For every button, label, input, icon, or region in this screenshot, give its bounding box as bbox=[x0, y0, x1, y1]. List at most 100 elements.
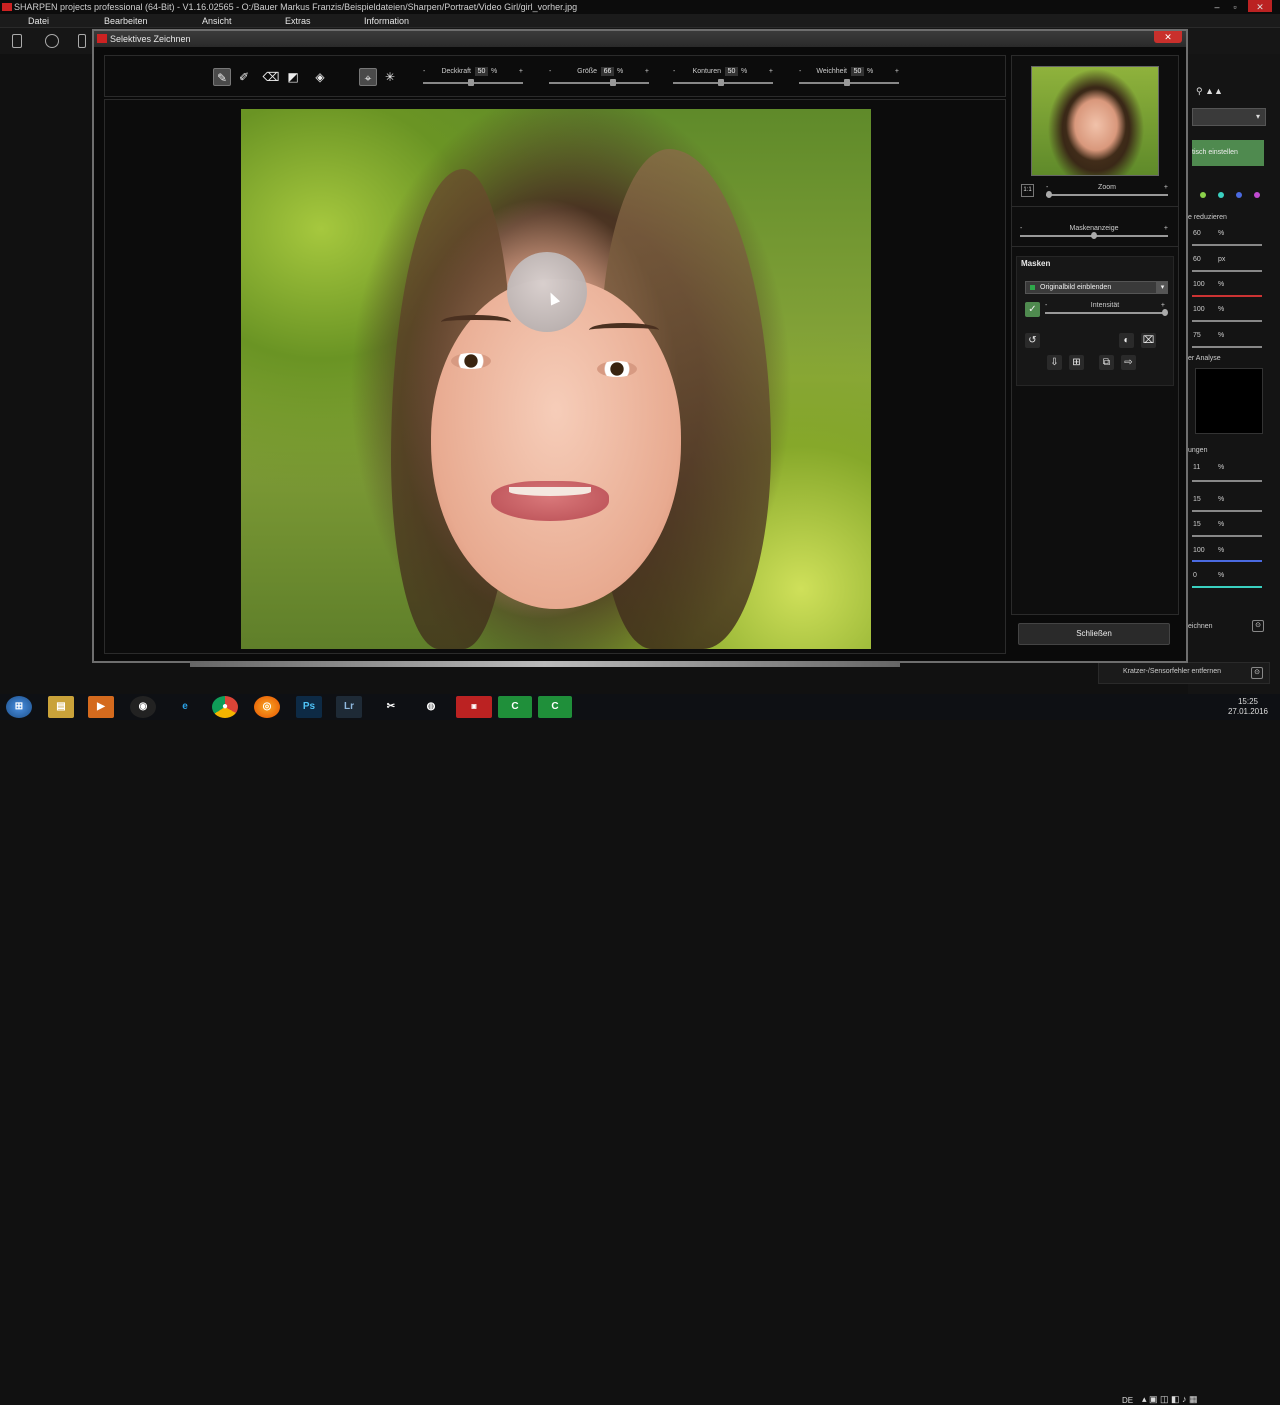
sidebar-value: 11 bbox=[1193, 464, 1201, 471]
slider-knob[interactable] bbox=[468, 79, 474, 86]
color-dot-green[interactable] bbox=[1200, 192, 1206, 198]
color-dot-cyan[interactable] bbox=[1218, 192, 1224, 198]
right-sidebar: ⚲ ▲▲ ▾ tisch einstellen e reduzieren 60 … bbox=[1188, 54, 1280, 694]
fill-tool-icon[interactable]: ◈ bbox=[311, 68, 329, 86]
sidebar-slider[interactable] bbox=[1192, 586, 1262, 588]
menu-datei[interactable]: Datei bbox=[28, 14, 49, 28]
slider-knob[interactable] bbox=[1091, 232, 1097, 239]
sidebar-slider[interactable] bbox=[1192, 295, 1262, 297]
panel-icon[interactable] bbox=[78, 34, 86, 48]
internet-explorer-icon[interactable]: e bbox=[172, 696, 198, 718]
sidebar-item-scratch[interactable]: Kratzer-/Sensorfehler entfernen ⊙ bbox=[1098, 662, 1270, 684]
sharpen-projects-icon[interactable]: ▣ bbox=[456, 696, 492, 718]
disc-icon[interactable]: ◍ bbox=[418, 696, 444, 718]
slider-track[interactable] bbox=[1045, 312, 1165, 314]
eraser-tool-icon[interactable]: ⌫ bbox=[262, 68, 280, 86]
chevron-down-icon[interactable]: ▾ bbox=[1157, 281, 1168, 294]
size-slider[interactable]: - Größe 66 % + bbox=[547, 64, 651, 86]
sidebar-tool-icons[interactable]: ⚲ ▲▲ bbox=[1196, 86, 1266, 96]
export-mask-icon[interactable]: ⇨ bbox=[1121, 355, 1136, 370]
mask-mode-select[interactable]: Originalbild einblenden bbox=[1025, 281, 1157, 294]
slider-value[interactable]: 50 bbox=[725, 67, 738, 76]
clear-mask-icon[interactable]: ⌧ bbox=[1141, 333, 1156, 348]
mask-apply-check-icon[interactable]: ✓ bbox=[1025, 302, 1040, 317]
slider-knob[interactable] bbox=[1162, 309, 1168, 316]
start-button-icon[interactable]: ⊞ bbox=[6, 696, 32, 718]
sidebar-slider[interactable] bbox=[1192, 320, 1262, 322]
chrome-icon[interactable]: ● bbox=[212, 696, 238, 718]
explorer-icon[interactable]: ▤ bbox=[48, 696, 74, 718]
edge-brush-tool-icon[interactable]: ⌖ bbox=[359, 68, 377, 86]
close-button[interactable]: Schließen bbox=[1018, 623, 1170, 645]
sidebar-slider[interactable] bbox=[1192, 244, 1262, 246]
menu-bearbeiten[interactable]: Bearbeiten bbox=[104, 14, 148, 28]
slider-knob[interactable] bbox=[718, 79, 724, 86]
menu-extras[interactable]: Extras bbox=[285, 14, 311, 28]
slider-knob[interactable] bbox=[844, 79, 850, 86]
invert-mask-icon[interactable]: ◐ bbox=[1119, 333, 1134, 348]
expand-icon[interactable]: ⊙ bbox=[1251, 667, 1263, 679]
minimize-button[interactable]: – bbox=[1210, 0, 1224, 12]
sidebar-slider[interactable] bbox=[1192, 270, 1262, 272]
sidebar-adjust-button[interactable]: tisch einstellen bbox=[1192, 140, 1264, 166]
menu-information[interactable]: Information bbox=[364, 14, 409, 28]
portrait-photo[interactable] bbox=[241, 109, 871, 649]
sidebar-item-label[interactable]: eichnen bbox=[1188, 623, 1213, 630]
drawing-canvas[interactable] bbox=[104, 99, 1006, 654]
language-indicator[interactable]: DE bbox=[1122, 1396, 1133, 1405]
sidebar-dropdown[interactable] bbox=[1192, 108, 1266, 126]
history-icon[interactable] bbox=[45, 34, 59, 48]
firefox-icon[interactable]: ◎ bbox=[254, 696, 280, 718]
sidebar-slider[interactable] bbox=[1192, 535, 1262, 537]
softness-slider[interactable]: - Weichheit 50 % + bbox=[797, 64, 901, 86]
media-player-icon[interactable]: ▶ bbox=[88, 696, 114, 718]
color-dot-blue[interactable] bbox=[1236, 192, 1242, 198]
undo-icon[interactable]: ↺ bbox=[1025, 333, 1040, 348]
camtasia-recorder-icon[interactable]: C bbox=[538, 696, 572, 718]
copy-mask-icon[interactable]: ⧉ bbox=[1099, 355, 1114, 370]
eraser-soft-tool-icon[interactable]: ◩ bbox=[284, 68, 302, 86]
masks-group: Masken Originalbild einblenden ▾ ✓ - Int… bbox=[1016, 256, 1174, 386]
window-close-button[interactable]: ✕ bbox=[1248, 0, 1272, 12]
app-circle-icon[interactable]: ◉ bbox=[130, 696, 156, 718]
slider-value[interactable]: 50 bbox=[475, 67, 488, 76]
dialog-close-button[interactable]: ✕ bbox=[1154, 31, 1182, 43]
sidebar-slider[interactable] bbox=[1192, 480, 1262, 482]
sidebar-slider[interactable] bbox=[1192, 346, 1262, 348]
dialog-right-panel: 1:1 - Zoom + - Maskenanzeige + Masken Or… bbox=[1011, 55, 1179, 615]
photoshop-icon[interactable]: Ps bbox=[296, 696, 322, 718]
slider-knob[interactable] bbox=[610, 79, 616, 86]
tools-icon[interactable]: ✂ bbox=[378, 696, 404, 718]
expand-icon[interactable]: ⊙ bbox=[1252, 620, 1264, 632]
slider-value[interactable]: 66 bbox=[601, 67, 614, 76]
slider-value[interactable]: 50 bbox=[851, 67, 864, 76]
tray-icons[interactable]: ▴ ▣ ◫ ◧ ♪ ▦ bbox=[1142, 1394, 1198, 1405]
color-dot-purple[interactable] bbox=[1254, 192, 1260, 198]
sidebar-slider[interactable] bbox=[1192, 560, 1262, 562]
zoom-ratio-button[interactable]: 1:1 bbox=[1021, 184, 1034, 197]
navigator-thumbnail[interactable] bbox=[1031, 66, 1159, 176]
camtasia-icon[interactable]: C bbox=[498, 696, 532, 718]
slider-track[interactable] bbox=[1046, 194, 1168, 196]
lightroom-icon[interactable]: Lr bbox=[336, 696, 362, 718]
sidebar-slider[interactable] bbox=[1192, 510, 1262, 512]
sidebar-unit: % bbox=[1218, 332, 1225, 339]
slider-label: Zoom bbox=[1098, 184, 1116, 191]
slider-track[interactable] bbox=[549, 82, 649, 84]
new-file-icon[interactable] bbox=[12, 34, 22, 48]
system-clock[interactable]: 15:25 27.01.2016 bbox=[1220, 697, 1276, 717]
mask-display-slider[interactable]: - Maskenanzeige + bbox=[1020, 225, 1168, 239]
intensity-slider[interactable]: - Intensität + bbox=[1045, 302, 1168, 316]
contours-slider[interactable]: - Konturen 50 % + bbox=[671, 64, 775, 86]
load-mask-icon[interactable]: ⇩ bbox=[1047, 355, 1062, 370]
zoom-slider[interactable]: - Zoom + bbox=[1046, 184, 1168, 198]
magic-wand-tool-icon[interactable]: ✳ bbox=[381, 68, 399, 86]
brush-fine-tool-icon[interactable]: ✐ bbox=[235, 68, 253, 86]
menu-ansicht[interactable]: Ansicht bbox=[202, 14, 232, 28]
maximize-button[interactable]: ▫ bbox=[1228, 0, 1242, 12]
slider-knob[interactable] bbox=[1046, 191, 1052, 198]
save-mask-icon[interactable]: ⊞ bbox=[1069, 355, 1084, 370]
opacity-slider[interactable]: - Deckkraft 50 % + bbox=[421, 64, 525, 86]
horizontal-scrollbar[interactable] bbox=[190, 661, 900, 667]
brush-tool-icon[interactable]: ✎ bbox=[213, 68, 231, 86]
